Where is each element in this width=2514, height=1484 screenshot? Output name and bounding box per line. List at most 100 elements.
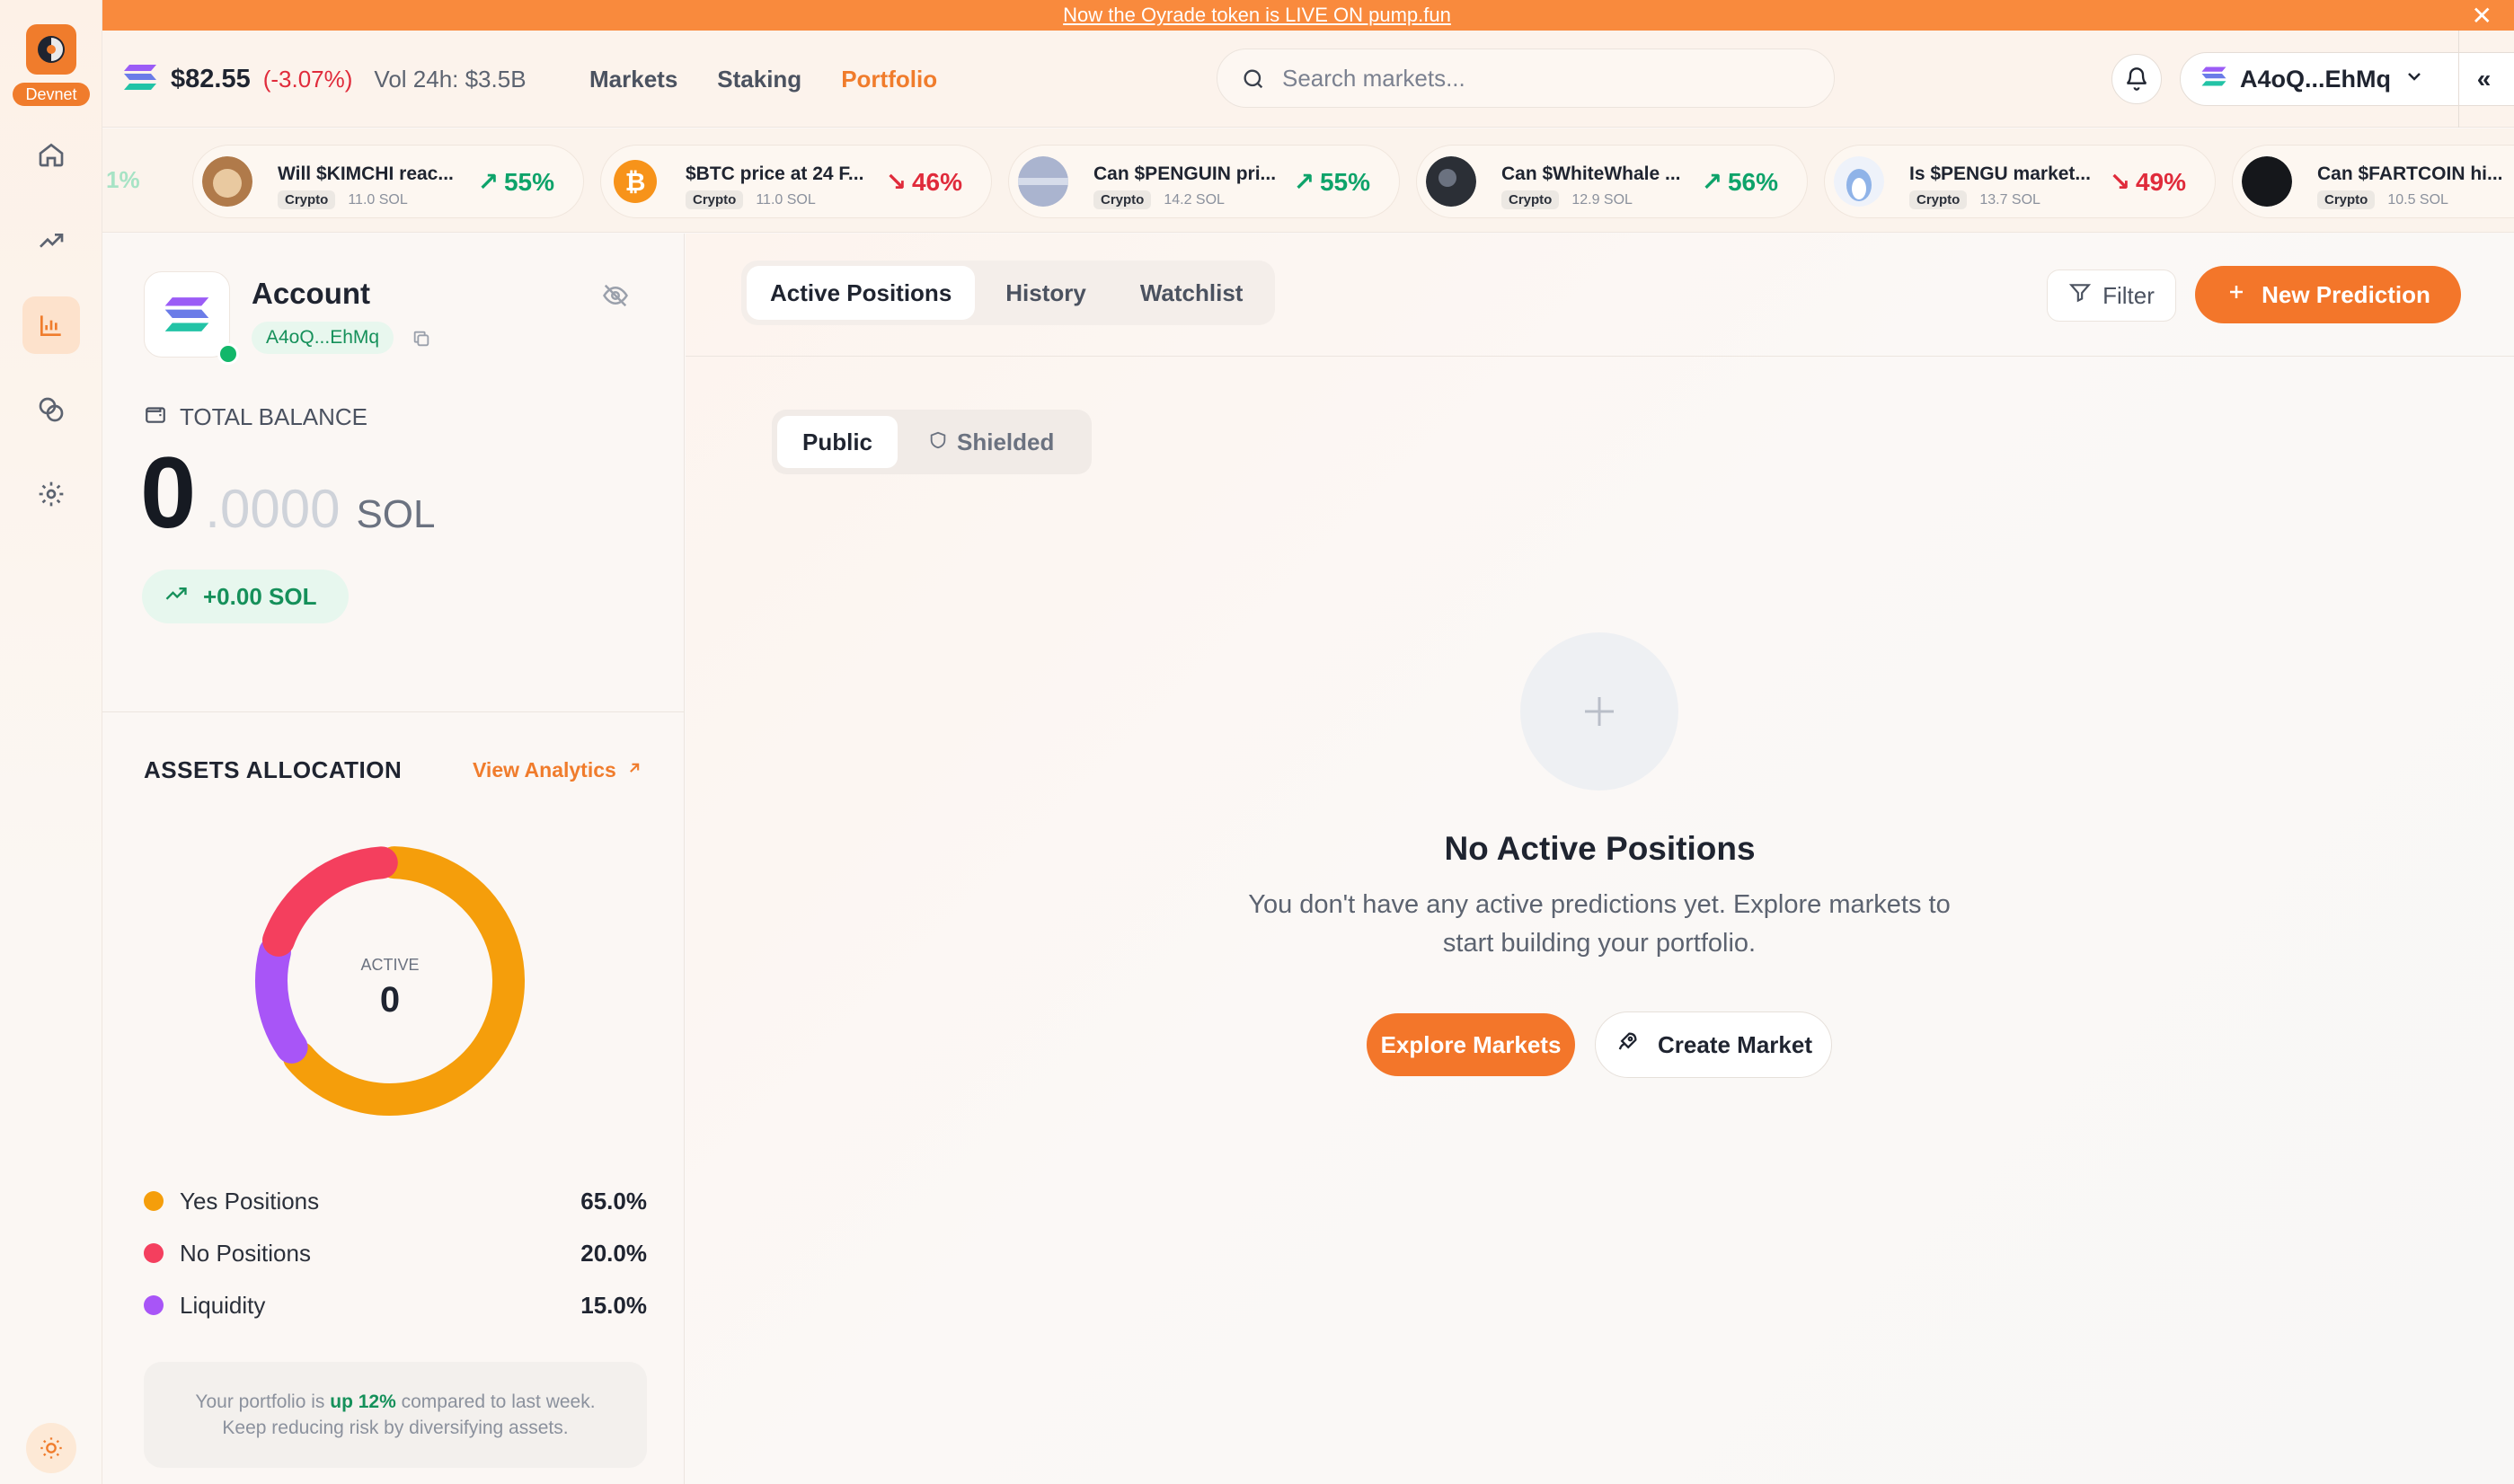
filter-icon bbox=[2068, 281, 2092, 311]
trending-icon[interactable] bbox=[22, 212, 80, 269]
donut-center-label: ACTIVE bbox=[360, 956, 419, 974]
account-panel: Account A4oQ...EhMq TOTAL BALANCE 0 .000… bbox=[102, 234, 685, 1484]
legend-value: 15.0% bbox=[580, 1291, 647, 1319]
segment-public[interactable]: Public bbox=[777, 416, 898, 468]
empty-state-title: No Active Positions bbox=[1444, 830, 1756, 867]
chevron-down-icon bbox=[2403, 66, 2425, 93]
balance-change-badge: +0.00 SOL bbox=[142, 570, 350, 623]
wallet-address: A4oQ...EhMq bbox=[2240, 65, 2391, 93]
segment-shielded[interactable]: Shielded bbox=[903, 416, 1079, 468]
ticker-volume: 11.0 SOL bbox=[348, 191, 408, 208]
note-highlight: up 12% bbox=[330, 1391, 396, 1412]
account-title: Account bbox=[252, 277, 370, 310]
bar-chart-icon[interactable] bbox=[22, 296, 80, 354]
allocation-donut-chart: ACTIVE 0 bbox=[255, 846, 525, 1116]
search-input[interactable] bbox=[1282, 64, 1785, 93]
new-prediction-button[interactable]: New Prediction bbox=[2195, 266, 2461, 323]
ticker-volume: 13.7 SOL bbox=[1979, 191, 2040, 208]
account-avatar bbox=[144, 271, 230, 358]
nav-staking[interactable]: Staking bbox=[717, 66, 801, 93]
ticker-tag: Crypto bbox=[278, 190, 336, 209]
top-bar: $82.55 (-3.07%) Vol 24h: $3.5B Markets S… bbox=[102, 31, 2514, 128]
coins-icon[interactable] bbox=[22, 381, 80, 438]
positions-panel: Active Positions History Watchlist Filte… bbox=[686, 234, 2514, 1484]
ticker-volume: 12.9 SOL bbox=[1571, 191, 1633, 208]
eye-off-icon[interactable] bbox=[602, 282, 629, 314]
donut-slice-yes-positions bbox=[282, 846, 525, 1116]
shield-icon bbox=[928, 428, 948, 456]
sun-icon[interactable] bbox=[26, 1423, 76, 1473]
search-icon bbox=[1241, 66, 1266, 96]
app-logo[interactable] bbox=[26, 24, 76, 75]
divider bbox=[686, 356, 2514, 357]
sol-price-change: (-3.07%) bbox=[262, 65, 353, 93]
note-text: Keep reducing risk by diversifying asset… bbox=[222, 1418, 569, 1438]
legend-value: 20.0% bbox=[580, 1239, 647, 1267]
ticker-tag: Crypto bbox=[1501, 190, 1560, 209]
home-icon[interactable] bbox=[22, 126, 80, 183]
gear-icon[interactable] bbox=[22, 465, 80, 523]
legend-value: 65.0% bbox=[580, 1187, 647, 1215]
ticker-percent: ↗ 56% bbox=[1701, 167, 1778, 197]
balance-unit: SOL bbox=[356, 492, 436, 536]
note-text: compared to last week. bbox=[401, 1391, 596, 1412]
bell-icon[interactable] bbox=[2111, 54, 2162, 104]
nav-markets[interactable]: Markets bbox=[589, 66, 677, 93]
ticker-percent-value: 49% bbox=[2135, 167, 2186, 196]
ticker-question: Will $KIMCHI reac... bbox=[278, 163, 454, 184]
bitcoin-avatar: ₿ bbox=[610, 156, 660, 207]
copy-icon[interactable] bbox=[412, 329, 431, 353]
ticker-tag: Crypto bbox=[2317, 190, 2376, 209]
ticker-card[interactable]: Will $KIMCHI reac... Crypto 11.0 SOL ↗ 55% bbox=[192, 145, 584, 218]
nav-portfolio[interactable]: Portfolio bbox=[841, 66, 937, 93]
ticker-question: Can $FARTCOIN hi... bbox=[2317, 163, 2503, 184]
ticker-card[interactable]: Can $FARTCOIN hi... Crypto 10.5 SOL bbox=[2232, 145, 2514, 218]
balance-integer: 0 bbox=[140, 437, 197, 549]
visibility-toggle: Public Shielded bbox=[772, 410, 1092, 474]
legend-row-no: No Positions 20.0% bbox=[144, 1227, 647, 1279]
explore-markets-button[interactable]: Explore Markets bbox=[1367, 1013, 1575, 1076]
account-address: A4oQ...EhMq bbox=[252, 322, 394, 354]
collapse-sidebar-button[interactable]: « bbox=[2458, 31, 2509, 128]
ticker-card[interactable]: Can $WhiteWhale ... Crypto 12.9 SOL ↗ 56% bbox=[1416, 145, 1808, 218]
create-market-button[interactable]: Create Market bbox=[1595, 1011, 1832, 1078]
ticker-tag: Crypto bbox=[1909, 190, 1968, 209]
ticker-percent-value: 56% bbox=[1727, 167, 1778, 196]
trend-up-icon: ↗ bbox=[477, 168, 499, 196]
plus-icon bbox=[2226, 281, 2247, 309]
close-icon[interactable]: ✕ bbox=[2472, 0, 2492, 31]
ticker-percent: ↗ 55% bbox=[477, 167, 554, 197]
tab-history[interactable]: History bbox=[982, 266, 1110, 320]
balance-decimal: .0000 bbox=[205, 479, 341, 539]
sol-price: $82.55 bbox=[171, 64, 251, 93]
legend-dot bbox=[144, 1243, 164, 1263]
segment-shielded-label: Shielded bbox=[957, 428, 1055, 455]
ticker-fragment: 1% bbox=[106, 166, 140, 193]
total-balance: 0 .0000 SOL bbox=[140, 435, 436, 551]
portfolio-note: Your portfolio is up 12% compared to las… bbox=[144, 1362, 647, 1468]
balance-change: +0.00 SOL bbox=[203, 582, 317, 610]
ticker-card[interactable]: ₿ $BTC price at 24 F... Crypto 11.0 SOL ↘… bbox=[600, 145, 992, 218]
view-analytics-label: View Analytics bbox=[473, 758, 616, 782]
arrow-up-right-icon bbox=[625, 758, 643, 782]
view-analytics-link[interactable]: View Analytics bbox=[473, 758, 643, 782]
filter-button[interactable]: Filter bbox=[2047, 269, 2176, 322]
main-nav: Markets Staking Portfolio bbox=[589, 31, 937, 128]
donut-slice-liquidity bbox=[255, 936, 308, 1064]
whitewhale-avatar bbox=[1426, 156, 1476, 207]
announcement-link[interactable]: Now the Oyrade token is LIVE ON pump.fun bbox=[1063, 4, 1451, 27]
trend-up-icon: ↗ bbox=[1701, 168, 1722, 196]
tab-active-positions[interactable]: Active Positions bbox=[747, 266, 976, 320]
ticker-percent: ↘ 46% bbox=[885, 167, 962, 197]
volume-24h: Vol 24h: $3.5B bbox=[374, 65, 527, 93]
ticker-card[interactable]: Can $PENGUIN pri... Crypto 14.2 SOL ↗ 55% bbox=[1008, 145, 1400, 218]
divider bbox=[102, 711, 685, 712]
filter-label: Filter bbox=[2102, 281, 2155, 309]
create-market-label: Create Market bbox=[1658, 1030, 1812, 1058]
kimchi-avatar bbox=[202, 156, 252, 207]
ticker-card[interactable]: Is $PENGU market... Crypto 13.7 SOL ↘ 49% bbox=[1824, 145, 2216, 218]
tab-watchlist[interactable]: Watchlist bbox=[1117, 266, 1267, 320]
balance-label: TOTAL BALANCE bbox=[180, 403, 368, 430]
ticker-percent-value: 46% bbox=[911, 167, 962, 196]
legend-row-liquidity: Liquidity 15.0% bbox=[144, 1279, 647, 1331]
